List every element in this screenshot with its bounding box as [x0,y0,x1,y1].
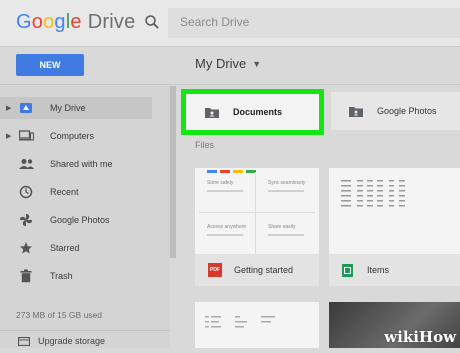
people-icon [18,156,34,172]
files-heading: Files [195,140,215,150]
sheets-icon [342,263,353,277]
file-footer: PDF Getting started [195,254,319,286]
folder-documents[interactable]: Documents [186,94,319,130]
logo-drive-text: Drive [87,11,136,33]
sidebar-item-my-drive[interactable]: ▶ My Drive [0,97,152,119]
sidebar-item-recent[interactable]: Recent [0,181,152,203]
folder-name: Documents [233,107,283,117]
thumbnail-quadrant: Share easily [256,214,316,256]
sidebar-item-label: Trash [50,271,73,281]
storage-icon [18,336,30,346]
sidebar-item-trash[interactable]: Trash [0,265,152,287]
top-bar: Google Drive Search Drive [0,0,460,46]
upgrade-storage-link[interactable]: Upgrade storage [18,336,105,346]
shared-folder-icon [349,106,363,117]
clock-icon [18,184,34,200]
star-icon [18,240,34,256]
sidebar-item-computers[interactable]: ▶ Computers [0,125,152,147]
folder-google-photos[interactable]: Google Photos [331,92,460,130]
sidebar-item-label: Shared with me [50,159,113,169]
search-placeholder: Search Drive [180,15,250,29]
sidebar: ▶ My Drive ▶ Computers Shared with me Re… [0,86,170,348]
sidebar-item-google-photos[interactable]: Google Photos [0,209,152,231]
file-name: Items [367,265,390,275]
new-button[interactable]: NEW [16,54,84,76]
trash-icon [18,268,34,284]
sidebar-item-label: Computers [50,131,95,141]
storage-usage: 273 MB of 15 GB used [16,310,102,320]
spreadsheet-preview [341,180,405,207]
sidebar-scrollbar[interactable] [170,86,176,258]
file-card-partial[interactable] [195,302,319,348]
folder-documents-highlight: Documents [181,89,324,135]
sidebar-item-label: Recent [50,187,79,197]
location-label: My Drive [195,56,247,71]
document-preview [205,316,275,328]
location-dropdown[interactable]: My Drive ▼ [195,56,261,71]
storage-divider [0,330,170,331]
file-thumbnail [329,168,460,254]
sidebar-item-starred[interactable]: Starred [0,237,152,259]
pinwheel-icon [18,212,34,228]
chevron-down-icon: ▼ [252,58,262,69]
sidebar-item-shared-with-me[interactable]: Shared with me [0,153,152,175]
file-card-getting-started[interactable]: Store safely Sync seamlessly Access anyw… [195,168,319,286]
computers-icon [18,128,34,144]
thumbnail-quadrant: Access anywhere [195,214,255,256]
expand-arrow-icon[interactable]: ▶ [6,132,11,140]
thumbnail-quadrant: Store safely [195,170,255,212]
folder-name: Google Photos [377,106,437,116]
file-card-items[interactable]: Items [329,168,460,286]
upgrade-storage-label: Upgrade storage [38,336,106,346]
file-thumbnail: Store safely Sync seamlessly Access anyw… [195,168,319,254]
thumbnail-quadrant: Sync seamlessly [256,170,316,212]
wikihow-watermark: wikiHow [384,328,456,346]
logo-google-text: Google [16,11,82,33]
sidebar-item-label: My Drive [50,103,86,113]
file-name: Getting started [234,265,294,275]
pdf-icon: PDF [208,263,222,277]
drive-icon [18,100,34,116]
header-divider [0,46,460,47]
search-icon[interactable] [143,13,161,31]
toolbar-divider [0,84,460,85]
expand-arrow-icon[interactable]: ▶ [6,104,11,112]
google-drive-logo[interactable]: Google Drive [16,11,135,34]
sidebar-item-label: Starred [50,243,80,253]
sidebar-item-label: Google Photos [50,215,110,225]
shared-folder-icon [205,107,219,118]
file-footer: Items [329,254,460,286]
